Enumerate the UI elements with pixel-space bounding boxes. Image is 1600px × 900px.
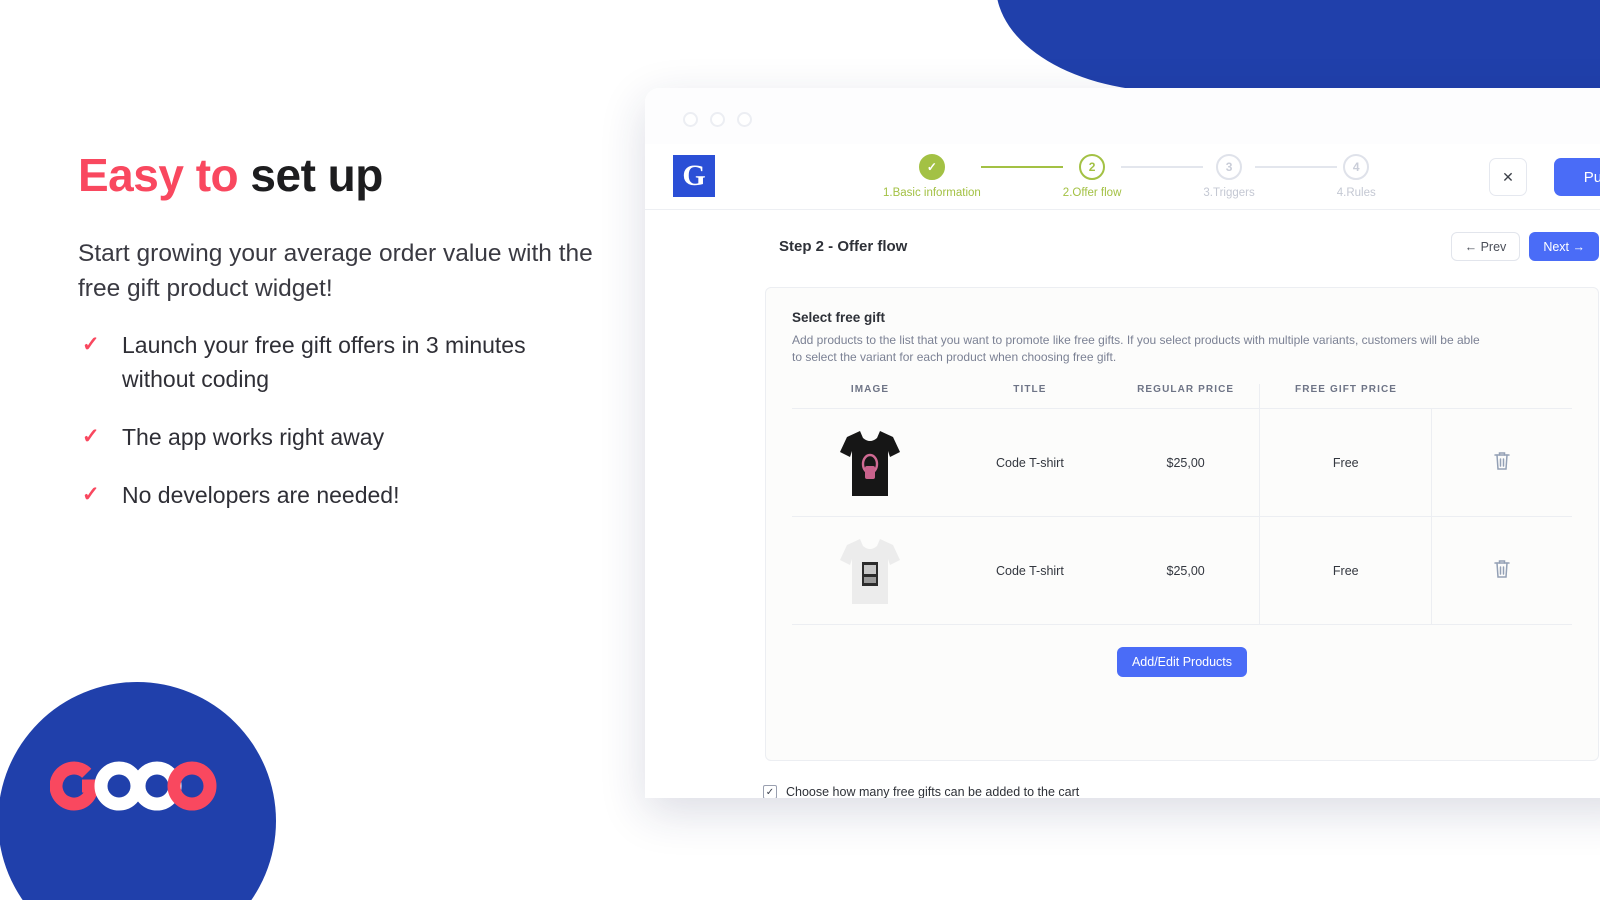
product-image-cell bbox=[792, 516, 948, 625]
list-item-label: Launch your free gift offers in 3 minute… bbox=[122, 332, 526, 392]
table-row: Code T-shirt $25,00 Free bbox=[792, 516, 1572, 625]
window-maximize-dot[interactable] bbox=[737, 112, 752, 127]
decorative-blue-top-shape bbox=[996, 0, 1600, 92]
column-header-actions bbox=[1431, 384, 1572, 409]
list-item-label: The app works right away bbox=[122, 424, 385, 450]
close-button[interactable]: ✕ bbox=[1489, 158, 1527, 196]
step-label: 3.Triggers bbox=[1203, 187, 1255, 199]
free-gift-products-table: IMAGE TITLE REGULAR PRICE FREE GIFT PRIC… bbox=[792, 384, 1572, 625]
step-item-rules[interactable]: 4 4.Rules bbox=[1337, 154, 1376, 199]
prev-button[interactable]: ← Prev bbox=[1450, 232, 1521, 261]
product-delete-cell bbox=[1431, 516, 1572, 625]
step-marker: 2 bbox=[1079, 154, 1106, 180]
check-icon: ✓ bbox=[82, 425, 100, 448]
gooo-logo bbox=[49, 760, 230, 812]
close-icon: ✕ bbox=[1502, 168, 1514, 185]
headline-accent: Easy to bbox=[78, 149, 239, 201]
add-edit-products-button[interactable]: Add/Edit Products bbox=[1116, 647, 1248, 677]
list-item: ✓ Launch your free gift offers in 3 minu… bbox=[78, 328, 598, 396]
black-tshirt-thumbnail bbox=[792, 426, 948, 500]
step-progress: ✓ 1.Basic information 2 2.Offer flow 3 3… bbox=[883, 154, 1376, 199]
page-title: Easy to set up bbox=[78, 148, 383, 202]
headline-rest: set up bbox=[238, 149, 383, 201]
card-description: Add products to the list that you want t… bbox=[792, 333, 1480, 364]
column-header-free-gift-price: FREE GIFT PRICE bbox=[1259, 384, 1432, 409]
app-content: Step 2 - Offer flow ← Prev Next → Select… bbox=[645, 210, 1600, 798]
publish-button[interactable]: Publish bbox=[1553, 158, 1600, 196]
max-gifts-checkbox-label: Choose how many free gifts can be added … bbox=[786, 785, 1080, 798]
step-label: 2.Offer flow bbox=[1062, 187, 1122, 199]
gift-quantity-options: ✓ Choose how many free gifts can be adde… bbox=[763, 785, 1599, 798]
browser-chrome bbox=[645, 88, 1600, 144]
product-regular-price-cell: $25,00 bbox=[1111, 408, 1260, 517]
product-delete-cell bbox=[1431, 408, 1572, 517]
window-minimize-dot[interactable] bbox=[710, 112, 725, 127]
product-image-cell bbox=[792, 408, 948, 517]
page-root: Easy to set up Start growing your averag… bbox=[0, 0, 1600, 900]
card-title: Select free gift bbox=[792, 310, 886, 325]
step-item-offer-flow[interactable]: 2 2.Offer flow bbox=[1062, 154, 1122, 199]
trash-icon[interactable] bbox=[1492, 450, 1512, 475]
step-toolbar: Step 2 - Offer flow ← Prev Next → bbox=[645, 210, 1600, 261]
add-products-row: Add/Edit Products bbox=[792, 647, 1572, 677]
table-header-row: IMAGE TITLE REGULAR PRICE FREE GIFT PRIC… bbox=[792, 384, 1572, 409]
product-title-cell: Code T-shirt bbox=[948, 408, 1112, 517]
product-free-gift-price-cell: Free bbox=[1259, 408, 1432, 517]
app-logo: G bbox=[673, 155, 715, 197]
step-item-triggers[interactable]: 3 3.Triggers bbox=[1203, 154, 1255, 199]
max-gifts-checkbox[interactable]: ✓ bbox=[763, 785, 777, 798]
white-tshirt-thumbnail bbox=[792, 534, 948, 608]
app-window: G ✓ 1.Basic information 2 2.Offer flow 3… bbox=[645, 88, 1600, 798]
step-marker-check-icon: ✓ bbox=[918, 154, 945, 180]
app-header: G ✓ 1.Basic information 2 2.Offer flow 3… bbox=[645, 144, 1600, 210]
column-header-image: IMAGE bbox=[792, 384, 948, 409]
column-header-regular-price: REGULAR PRICE bbox=[1111, 384, 1260, 409]
feature-list: ✓ Launch your free gift offers in 3 minu… bbox=[78, 328, 598, 512]
subheadline: Start growing your average order value w… bbox=[78, 240, 593, 302]
step-label: 4.Rules bbox=[1336, 187, 1376, 199]
column-header-title: TITLE bbox=[948, 384, 1112, 409]
window-close-dot[interactable] bbox=[683, 112, 698, 127]
step-connector bbox=[1121, 166, 1204, 168]
check-icon: ✓ bbox=[82, 483, 100, 506]
step-label: 1.Basic information bbox=[883, 187, 981, 199]
step-nav-buttons: ← Prev Next → bbox=[1450, 232, 1599, 261]
window-controls bbox=[683, 112, 752, 127]
step-marker: 3 bbox=[1216, 154, 1243, 180]
max-gifts-checkbox-row: ✓ Choose how many free gifts can be adde… bbox=[763, 785, 1599, 798]
trash-icon[interactable] bbox=[1492, 558, 1512, 583]
product-regular-price-cell: $25,00 bbox=[1111, 516, 1260, 625]
step-connector bbox=[1254, 166, 1337, 168]
list-item: ✓ No developers are needed! bbox=[78, 478, 598, 512]
list-item: ✓ The app works right away bbox=[78, 420, 598, 454]
product-free-gift-price-cell: Free bbox=[1259, 516, 1432, 625]
step-title: Step 2 - Offer flow bbox=[779, 238, 908, 255]
step-item-basic-information[interactable]: ✓ 1.Basic information bbox=[883, 154, 981, 199]
product-title-cell: Code T-shirt bbox=[948, 516, 1112, 625]
table-row: Code T-shirt $25,00 Free bbox=[792, 408, 1572, 517]
step-connector bbox=[980, 166, 1063, 168]
check-icon: ✓ bbox=[82, 333, 100, 356]
step-marker: 4 bbox=[1343, 154, 1370, 180]
next-button[interactable]: Next → bbox=[1529, 232, 1599, 261]
list-item-label: No developers are needed! bbox=[122, 482, 400, 508]
select-free-gift-card: Select free gift Add products to the lis… bbox=[765, 287, 1599, 761]
